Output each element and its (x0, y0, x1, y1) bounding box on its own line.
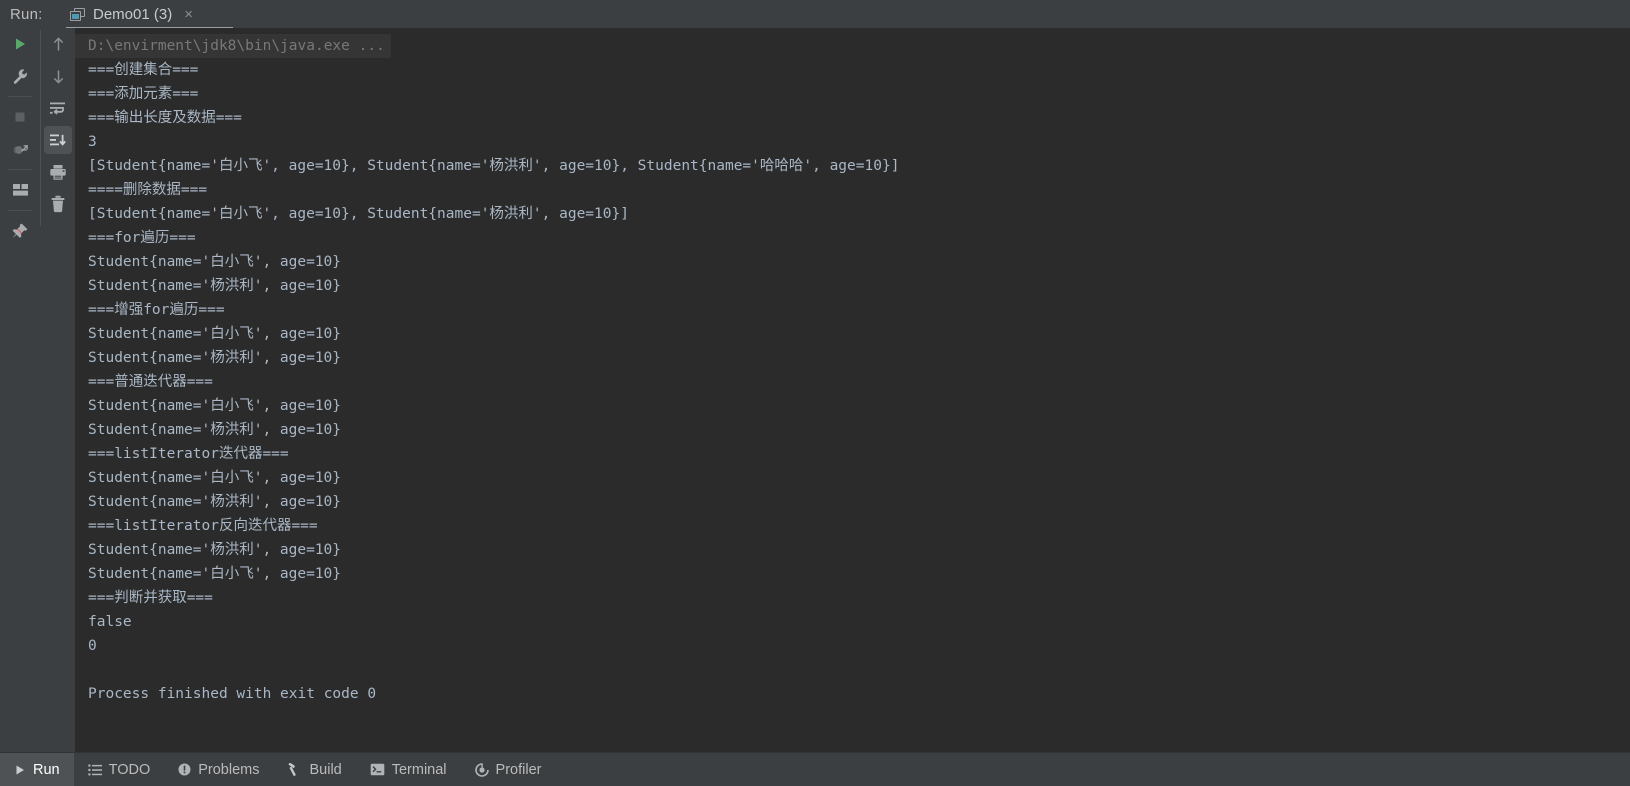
console-line-list: ===创建集合=== ===添加元素=== ===输出长度及数据=== 3 [Stude… (75, 58, 1630, 706)
bug-attach-icon (13, 144, 28, 154)
window-icon (70, 7, 85, 21)
edit-configurations-button[interactable] (0, 60, 40, 92)
down-stack-trace-button[interactable] (41, 60, 75, 92)
console-line: ====删除数据=== (88, 182, 208, 198)
status-tab-profiler[interactable]: Profiler (461, 753, 556, 786)
print-button[interactable] (41, 156, 75, 188)
console-line: ===for遍历=== (88, 230, 196, 246)
console-line: ===输出长度及数据=== (88, 110, 242, 126)
console-line: 3 (88, 134, 97, 150)
toolbar-separator (8, 96, 32, 97)
arrow-up-icon (53, 36, 63, 50)
status-tab-run-label: Run (33, 761, 60, 778)
console-line: Process finished with exit code 0 (88, 686, 377, 702)
status-tab-profiler-label: Profiler (495, 761, 542, 778)
terminal-icon (370, 763, 385, 776)
console-line: 0 (88, 638, 97, 654)
rerun-button[interactable] (0, 28, 40, 60)
tool-window-status-bar: Run TODO Problems Build Terminal Profile… (0, 752, 1630, 786)
stop-button[interactable] (0, 101, 40, 133)
status-tab-build[interactable]: Build (273, 753, 355, 786)
console-output[interactable]: D:\envirment\jdk8\bin\java.exe ... ===创建… (75, 28, 1630, 752)
status-tab-todo[interactable]: TODO (74, 753, 165, 786)
soft-wrap-button[interactable] (41, 92, 75, 124)
list-icon (87, 763, 102, 776)
profiler-icon (474, 762, 489, 777)
status-tab-problems-label: Problems (198, 761, 260, 778)
console-line: [Student{name='白小飞', age=10}, Student{na… (88, 158, 900, 174)
arrow-down-icon (53, 70, 63, 84)
wrench-icon (13, 68, 27, 84)
status-tab-run[interactable]: Run (0, 752, 74, 786)
console-line: Student{name='白小飞', age=10} (88, 470, 342, 486)
layout-icon (12, 184, 28, 196)
scroll-to-end-icon (50, 134, 66, 146)
console-line: ===listIterator反向迭代器=== (88, 518, 318, 534)
layout-button[interactable] (0, 174, 40, 206)
run-console-toolbar (41, 28, 75, 752)
console-line: Student{name='杨洪利', age=10} (88, 350, 342, 366)
status-tab-build-label: Build (309, 761, 342, 778)
console-command-line: D:\envirment\jdk8\bin\java.exe ... (75, 34, 391, 58)
scroll-to-end-button[interactable] (41, 124, 75, 156)
hammer-icon (289, 762, 297, 776)
status-tab-terminal-label: Terminal (391, 761, 447, 778)
console-line: ===判断并获取=== (88, 590, 213, 606)
console-line: Student{name='白小飞', age=10} (88, 398, 342, 414)
console-line: Student{name='杨洪利', age=10} (88, 542, 342, 558)
stop-square-icon (15, 112, 25, 122)
console-line: Student{name='白小飞', age=10} (88, 326, 342, 342)
play-icon (16, 38, 25, 50)
toolbar-separator (8, 210, 32, 211)
soft-wrap-icon (50, 102, 65, 115)
console-line: ===普通迭代器=== (88, 374, 213, 390)
run-configuration-tab[interactable]: Demo01 (3) × (58, 0, 203, 28)
console-line: false (88, 614, 132, 630)
pin-icon (12, 223, 28, 238)
console-line: [Student{name='白小飞', age=10}, Student{na… (88, 206, 629, 222)
run-tool-window-label: Run: (10, 5, 43, 23)
run-primary-toolbar (0, 28, 40, 752)
console-line: ===添加元素=== (88, 86, 199, 102)
pin-tab-button[interactable] (0, 215, 40, 247)
console-line: ===创建集合=== (88, 62, 199, 78)
status-tab-terminal[interactable]: Terminal (356, 753, 461, 786)
trash-icon (51, 195, 65, 213)
console-line: Student{name='白小飞', age=10} (88, 254, 342, 270)
status-tab-problems[interactable]: Problems (164, 753, 273, 786)
warning-icon (178, 763, 191, 776)
console-line: Student{name='杨洪利', age=10} (88, 278, 342, 294)
clear-all-button[interactable] (41, 188, 75, 220)
console-command-line-wrapper: D:\envirment\jdk8\bin\java.exe ... (75, 34, 1630, 58)
up-stack-trace-button[interactable] (41, 28, 75, 60)
toolbar-separator (8, 169, 32, 170)
attach-debugger-button[interactable] (0, 133, 40, 165)
console-line: ===listIterator迭代器=== (88, 446, 289, 462)
console-line: Student{name='杨洪利', age=10} (88, 494, 342, 510)
printer-icon (50, 164, 66, 180)
run-configuration-tab-label: Demo01 (3) (93, 5, 173, 23)
console-line: Student{name='白小飞', age=10} (88, 566, 342, 582)
console-line: Student{name='杨洪利', age=10} (88, 422, 342, 438)
status-tab-todo-label: TODO (108, 761, 151, 778)
run-tool-window-header: Run: Demo01 (3) × (0, 0, 1630, 28)
close-icon[interactable]: × (184, 7, 193, 22)
console-line: ===增强for遍历=== (88, 302, 225, 318)
play-icon (16, 765, 24, 774)
